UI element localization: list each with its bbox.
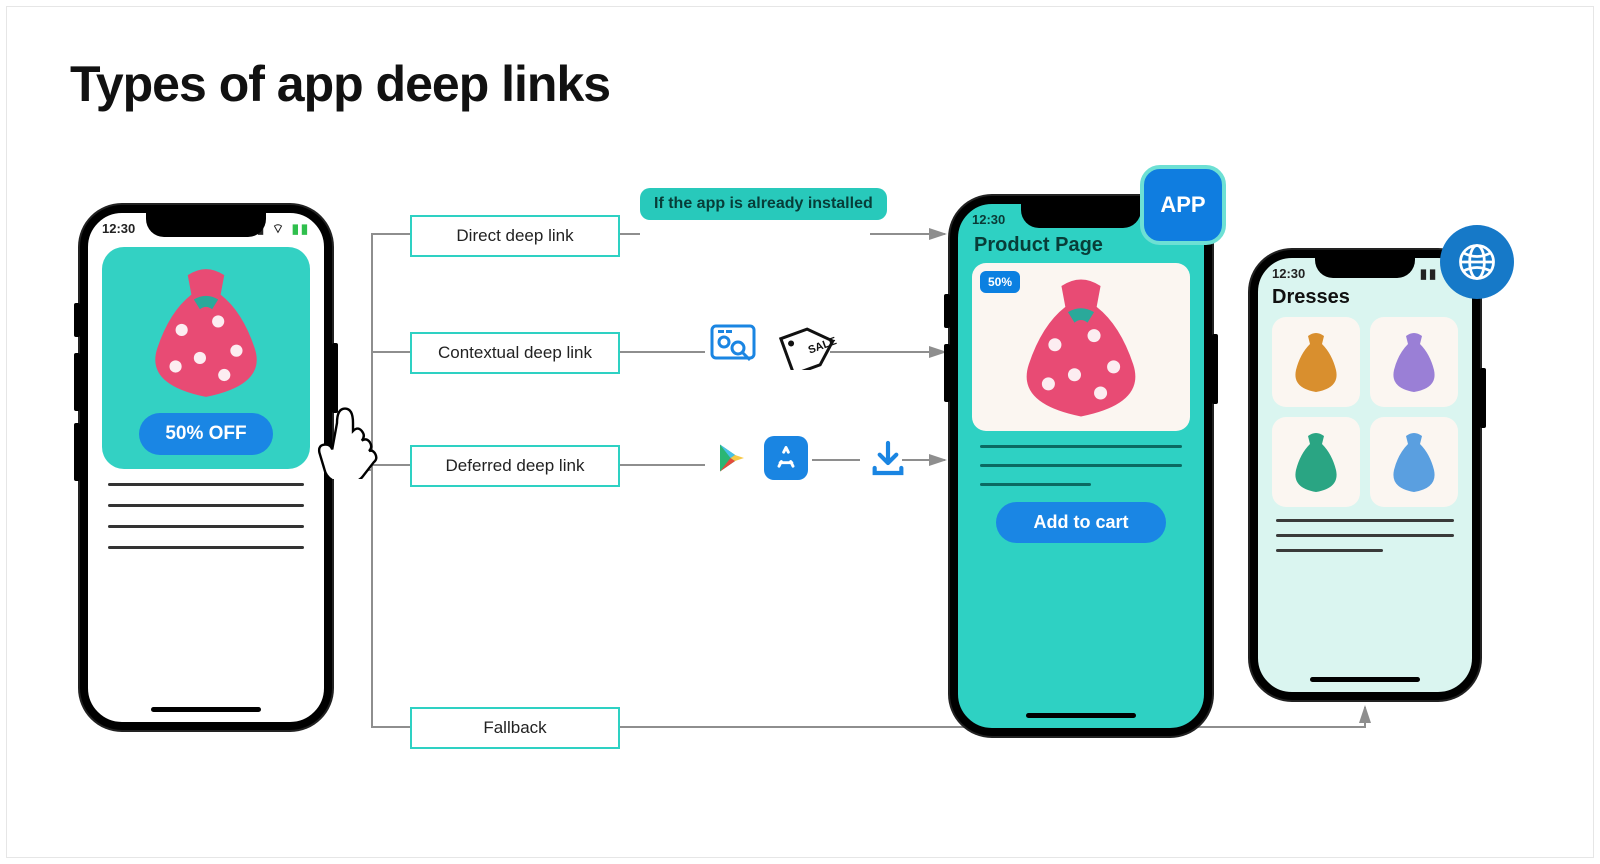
add-to-cart-button: Add to cart (996, 502, 1166, 543)
analytics-icon (710, 320, 768, 372)
product-grid (1272, 317, 1458, 507)
sale-tag-icon: SALE (778, 322, 838, 370)
flow-contextual-deep-link: Contextual deep link (410, 332, 620, 374)
dress-icon (1001, 273, 1161, 423)
flow-deferred-deep-link: Deferred deep link (410, 445, 620, 487)
category-title: Dresses (1272, 286, 1458, 309)
deferred-icons (710, 436, 908, 480)
download-icon (868, 438, 908, 478)
dress-icon (131, 263, 281, 403)
contextual-icons: SALE (710, 320, 838, 372)
play-store-icon (710, 436, 754, 480)
flow-fallback: Fallback (410, 707, 620, 749)
source-phone: 12:30 ▮▮▮ ⌔ ▮▮ 50% OFF (80, 205, 332, 730)
status-time: 12:30 (1272, 266, 1305, 282)
condition-note: If the app is already installed (640, 188, 887, 220)
battery-icon: ▮▮ (292, 221, 310, 236)
product-thumb (1370, 417, 1458, 507)
promo-cta: 50% OFF (139, 413, 272, 455)
text-placeholder-lines (980, 445, 1182, 486)
web-badge (1440, 225, 1514, 299)
flow-direct-deep-link: Direct deep link (410, 215, 620, 257)
text-placeholder-lines (1276, 519, 1454, 552)
promo-card: 50% OFF (102, 247, 310, 469)
app-badge: APP (1140, 165, 1226, 245)
app-product-phone: 12:30 ▮▮ ⌔ Product Page 50% Add to cart (950, 196, 1212, 736)
product-thumb (1272, 417, 1360, 507)
discount-badge: 50% (980, 271, 1020, 293)
product-image-card: 50% (972, 263, 1190, 431)
status-time: 12:30 (972, 212, 1005, 228)
status-time: 12:30 (102, 221, 135, 237)
text-placeholder-lines (108, 483, 304, 549)
wifi-icon: ⌔ (272, 221, 286, 236)
product-thumb (1370, 317, 1458, 407)
product-thumb (1272, 317, 1360, 407)
web-fallback-phone: 12:30 ▮▮ ⌔ Dresses (1250, 250, 1480, 700)
diagram-title: Types of app deep links (70, 55, 610, 113)
globe-icon (1455, 240, 1499, 284)
app-store-icon (764, 436, 808, 480)
